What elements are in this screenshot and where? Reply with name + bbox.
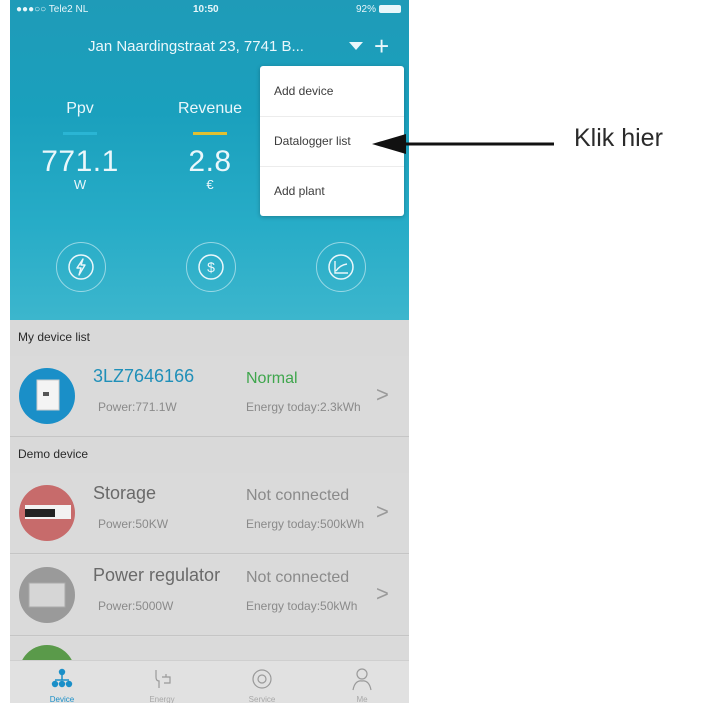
tab-label: Me [356,695,368,703]
service-icon [250,667,274,696]
device-name: 3LZ7646166 [93,366,195,386]
person-icon [350,667,374,696]
device-energy: Energy today:50kWh [246,599,358,613]
menu-item-add-device[interactable]: Add device [260,66,404,117]
device-power: Power:771.1W [98,400,177,414]
inverter-thumbnail [19,368,75,424]
my-device-list-header: My device list [10,320,409,356]
stat-indicator [193,132,227,135]
plant-selector[interactable]: Jan Naardingstraat 23, 7741 B... + [10,32,409,60]
chevron-right-icon: > [376,382,389,407]
stat-unit: W [73,177,87,192]
storage-thumbnail [19,485,75,541]
tab-label: Device [49,695,75,703]
stat-label: Ppv [66,100,94,117]
menu-item-add-plant[interactable]: Add plant [260,166,404,216]
device-energy: Energy today:500kWh [246,517,365,531]
annotation-arrow [372,134,554,154]
device-row[interactable]: 3LZ7646166 Power:771.1W Normal Energy to… [10,356,409,437]
tab-service[interactable]: Service [222,661,302,703]
stat-indicator [63,132,97,135]
tab-energy[interactable]: Energy [122,661,202,703]
device-status: Normal [246,370,298,387]
demo-device-header: Demo device [10,437,409,473]
device-power: Power:50KW [98,517,169,531]
regulator-thumbnail [19,567,75,623]
energy-plug-icon [150,667,174,696]
battery-icon [379,5,401,13]
tab-me[interactable]: Me [322,661,402,703]
tab-label: Service [248,695,276,703]
device-power: Power:5000W [98,599,174,613]
menu-item-label: Datalogger list [274,134,351,148]
device-network-icon [50,667,74,696]
tab-device[interactable]: Device [22,661,102,703]
plant-address[interactable]: Jan Naardingstraat 23, 7741 B... [88,38,304,55]
device-energy: Energy today:2.3kWh [246,400,361,414]
device-row[interactable]: Power regulator Power:5000W Not connecte… [10,555,409,636]
device-row[interactable]: Storage Power:50KW Not connected Energy … [10,473,409,554]
status-bar: ●●●○○ Tele2 NL 10:50 92% [10,0,409,20]
chart-icon[interactable] [316,242,366,292]
device-status: Not connected [246,569,350,586]
tab-bar: Device Energy Service Me [10,660,409,703]
clock: 10:50 [193,4,219,15]
tab-label: Energy [149,695,175,703]
battery-percent: 92% [355,4,376,15]
carrier: ●●●○○ Tele2 NL [16,4,89,15]
device-name: Storage [93,483,157,503]
add-plus-icon[interactable]: + [374,32,389,60]
stat-label: Revenue [177,100,243,117]
stat-unit: € [206,177,214,192]
chevron-right-icon: > [376,581,389,606]
stat-value: 771.1 [41,145,119,178]
svg-text:$: $ [207,259,215,275]
stat-revenue: Revenue 2.8 € [160,100,260,192]
phone-screen: ●●●○○ Tele2 NL 10:50 92% Jan Naardingstr… [10,0,409,703]
stat-ppv: Ppv 771.1 W [30,100,130,192]
stat-value: 2.8 [188,145,232,178]
section-title: Demo device [18,447,89,461]
annotation-text: Klik hier [574,124,663,152]
section-title: My device list [18,330,91,344]
lightning-icon[interactable] [56,242,106,292]
dropdown-triangle-icon[interactable] [349,42,363,50]
dollar-icon[interactable]: $ [186,242,236,292]
battery-indicator: 92% [356,4,401,15]
device-name: Power regulator [93,565,221,585]
device-status: Not connected [246,487,350,504]
menu-item-label: Add device [274,84,334,98]
menu-item-label: Add plant [274,184,325,198]
chevron-right-icon: > [376,499,389,524]
